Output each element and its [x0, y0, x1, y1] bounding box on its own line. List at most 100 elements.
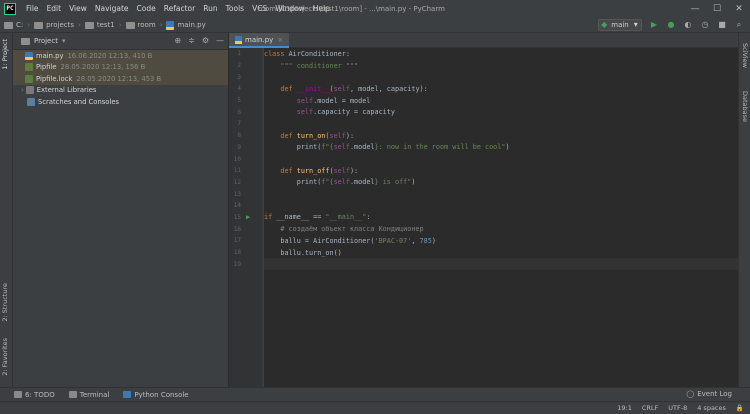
menu-navigate[interactable]: Navigate	[91, 0, 133, 18]
line-number: 3	[237, 73, 241, 81]
code-view[interactable]: 1 class AirConditioner: 2 """ conditioner…	[234, 48, 738, 387]
project-panel-title[interactable]: Project	[34, 37, 58, 45]
folder-icon	[21, 37, 30, 45]
code-line: 13	[234, 188, 738, 200]
line-number: 14	[233, 202, 241, 210]
breadcrumb-projects[interactable]: projects ›	[34, 21, 81, 29]
breadcrumb-label: main.py	[177, 21, 206, 29]
python-run-config-icon: ◆	[601, 20, 608, 29]
tree-item-pipfile[interactable]: Pipfile 28.05.2020 12:13, 156 B	[13, 61, 228, 73]
file-name: Pipfile.lock	[36, 74, 73, 83]
chevron-down-icon[interactable]: ▾	[62, 37, 66, 45]
menu-view[interactable]: View	[65, 0, 91, 18]
menu-tools[interactable]: Tools	[222, 0, 248, 18]
status-bar: 19:1 CRLF UTF-8 4 spaces 🔒	[0, 401, 750, 414]
breadcrumb-label: C:	[16, 21, 24, 29]
code-line: 2 """ conditioner """	[237, 60, 738, 72]
collapse-all-icon[interactable]: ≑	[188, 36, 195, 45]
pipfile-lock-icon	[25, 74, 33, 83]
tool-tab-project[interactable]: 1: Project	[1, 39, 9, 70]
line-separator[interactable]: CRLF	[642, 402, 658, 414]
close-button[interactable]: ✕	[728, 0, 750, 18]
lock-icon[interactable]: 🔒	[736, 402, 744, 414]
search-icon[interactable]: ⌕	[734, 20, 744, 30]
editor-tab-main-py[interactable]: main.py ×	[229, 33, 290, 48]
run-toolbar: ◆ main ▾ ▶ ● ◐ ◷ ■ ⌕	[598, 19, 744, 31]
terminal-label: Terminal	[79, 390, 110, 399]
line-number: 7	[237, 120, 241, 128]
right-tool-strip: SciView Database	[738, 33, 750, 387]
code-line: 11 def turn_off(self):	[234, 165, 738, 177]
gear-icon[interactable]: ⚙	[202, 36, 209, 45]
chevron-right-icon[interactable]: ›	[21, 86, 24, 94]
debug-icon[interactable]: ●	[666, 20, 676, 30]
title-bar: PC File Edit View Navigate Code Refactor…	[0, 0, 750, 18]
menu-code[interactable]: Code	[133, 0, 160, 18]
line-number: 9	[237, 143, 241, 151]
tool-tab-sciview[interactable]: SciView	[741, 43, 749, 68]
menu-run[interactable]: Run	[199, 0, 221, 18]
breadcrumb-test1[interactable]: test1 ›	[84, 21, 122, 29]
file-encoding[interactable]: UTF-8	[668, 402, 687, 414]
code-line: 16 # создаём объект класса Кондиционер	[234, 223, 738, 235]
tree-item-external-libraries[interactable]: › External Libraries	[13, 85, 228, 97]
run-config-label: main	[611, 21, 629, 29]
terminal-icon	[68, 391, 77, 398]
tree-item-main-py[interactable]: main.py 16.06.2020 12:13, 410 B	[13, 50, 228, 62]
coverage-icon[interactable]: ◐	[683, 20, 693, 30]
folder-icon	[84, 21, 94, 29]
event-log-icon: ◯	[686, 390, 695, 398]
stop-icon[interactable]: ■	[717, 20, 727, 30]
code-line: 5 self .model = model	[237, 95, 738, 107]
profile-icon[interactable]: ◷	[700, 20, 710, 30]
tree-item-scratches[interactable]: Scratches and Consoles	[13, 96, 228, 108]
caret-position[interactable]: 19:1	[617, 402, 632, 414]
fold-margin-line	[262, 48, 263, 387]
tool-tab-structure[interactable]: 2: Structure	[1, 283, 9, 322]
todo-tool-button[interactable]: 6: TODO	[14, 391, 55, 399]
locate-file-icon[interactable]: ⊕	[174, 36, 181, 45]
tree-item-pipfile-lock[interactable]: Pipfile.lock 28.05.2020 12:13, 453 B	[13, 73, 228, 85]
line-number: 4	[237, 85, 241, 93]
breadcrumb-drive[interactable]: C: ›	[4, 21, 30, 29]
line-number: 17	[233, 237, 241, 245]
run-config-select[interactable]: ◆ main ▾	[598, 19, 642, 31]
breadcrumb-room[interactable]: room ›	[125, 21, 162, 29]
code-line: 8 def turn_on(self):	[237, 130, 738, 142]
folder-icon	[34, 21, 44, 29]
tool-tab-database[interactable]: Database	[741, 91, 749, 122]
event-log-button[interactable]: ◯ Event Log	[686, 390, 732, 398]
left-tool-strip: 1: Project 2: Structure 2: Favorites	[0, 33, 13, 387]
tool-tab-favorites[interactable]: 2: Favorites	[1, 338, 9, 376]
maximize-button[interactable]: ☐	[706, 0, 728, 18]
hide-panel-icon[interactable]: —	[216, 36, 224, 45]
close-icon[interactable]: ×	[277, 36, 283, 44]
file-name: Scratches and Consoles	[38, 97, 120, 106]
todo-icon	[14, 391, 22, 398]
file-meta: 28.05.2020 12:13, 453 B	[76, 74, 162, 83]
file-meta: 16.06.2020 12:13, 410 B	[67, 51, 153, 60]
project-panel-header: Project ▾ ⊕ ≑ ⚙ —	[13, 33, 228, 50]
file-name: Pipfile	[36, 63, 57, 72]
chevron-down-icon: ▾	[633, 20, 638, 29]
line-number: 11	[233, 167, 241, 175]
terminal-tool-button[interactable]: Terminal	[68, 390, 110, 399]
minimize-button[interactable]: —	[684, 0, 706, 18]
run-gutter-icon[interactable]: ▶	[246, 213, 250, 221]
menu-file[interactable]: File	[22, 0, 43, 18]
line-number: 1	[237, 50, 241, 58]
menu-edit[interactable]: Edit	[43, 0, 66, 18]
file-name: External Libraries	[36, 86, 97, 95]
file-meta: 28.05.2020 12:13, 156 B	[60, 63, 146, 72]
run-icon[interactable]: ▶	[649, 20, 659, 30]
menu-refactor[interactable]: Refactor	[160, 0, 199, 18]
code-line: 6 self .capacity = capacity	[237, 106, 738, 118]
python-console-tool-button[interactable]: Python Console	[123, 391, 189, 399]
line-number: 15	[233, 213, 241, 221]
breadcrumb-main-py[interactable]: main.py	[166, 20, 206, 30]
line-number: 10	[233, 155, 241, 163]
indent-setting[interactable]: 4 spaces	[697, 402, 726, 414]
line-number: 13	[233, 190, 241, 198]
line-number: 18	[233, 249, 241, 257]
python-file-icon	[166, 20, 175, 30]
